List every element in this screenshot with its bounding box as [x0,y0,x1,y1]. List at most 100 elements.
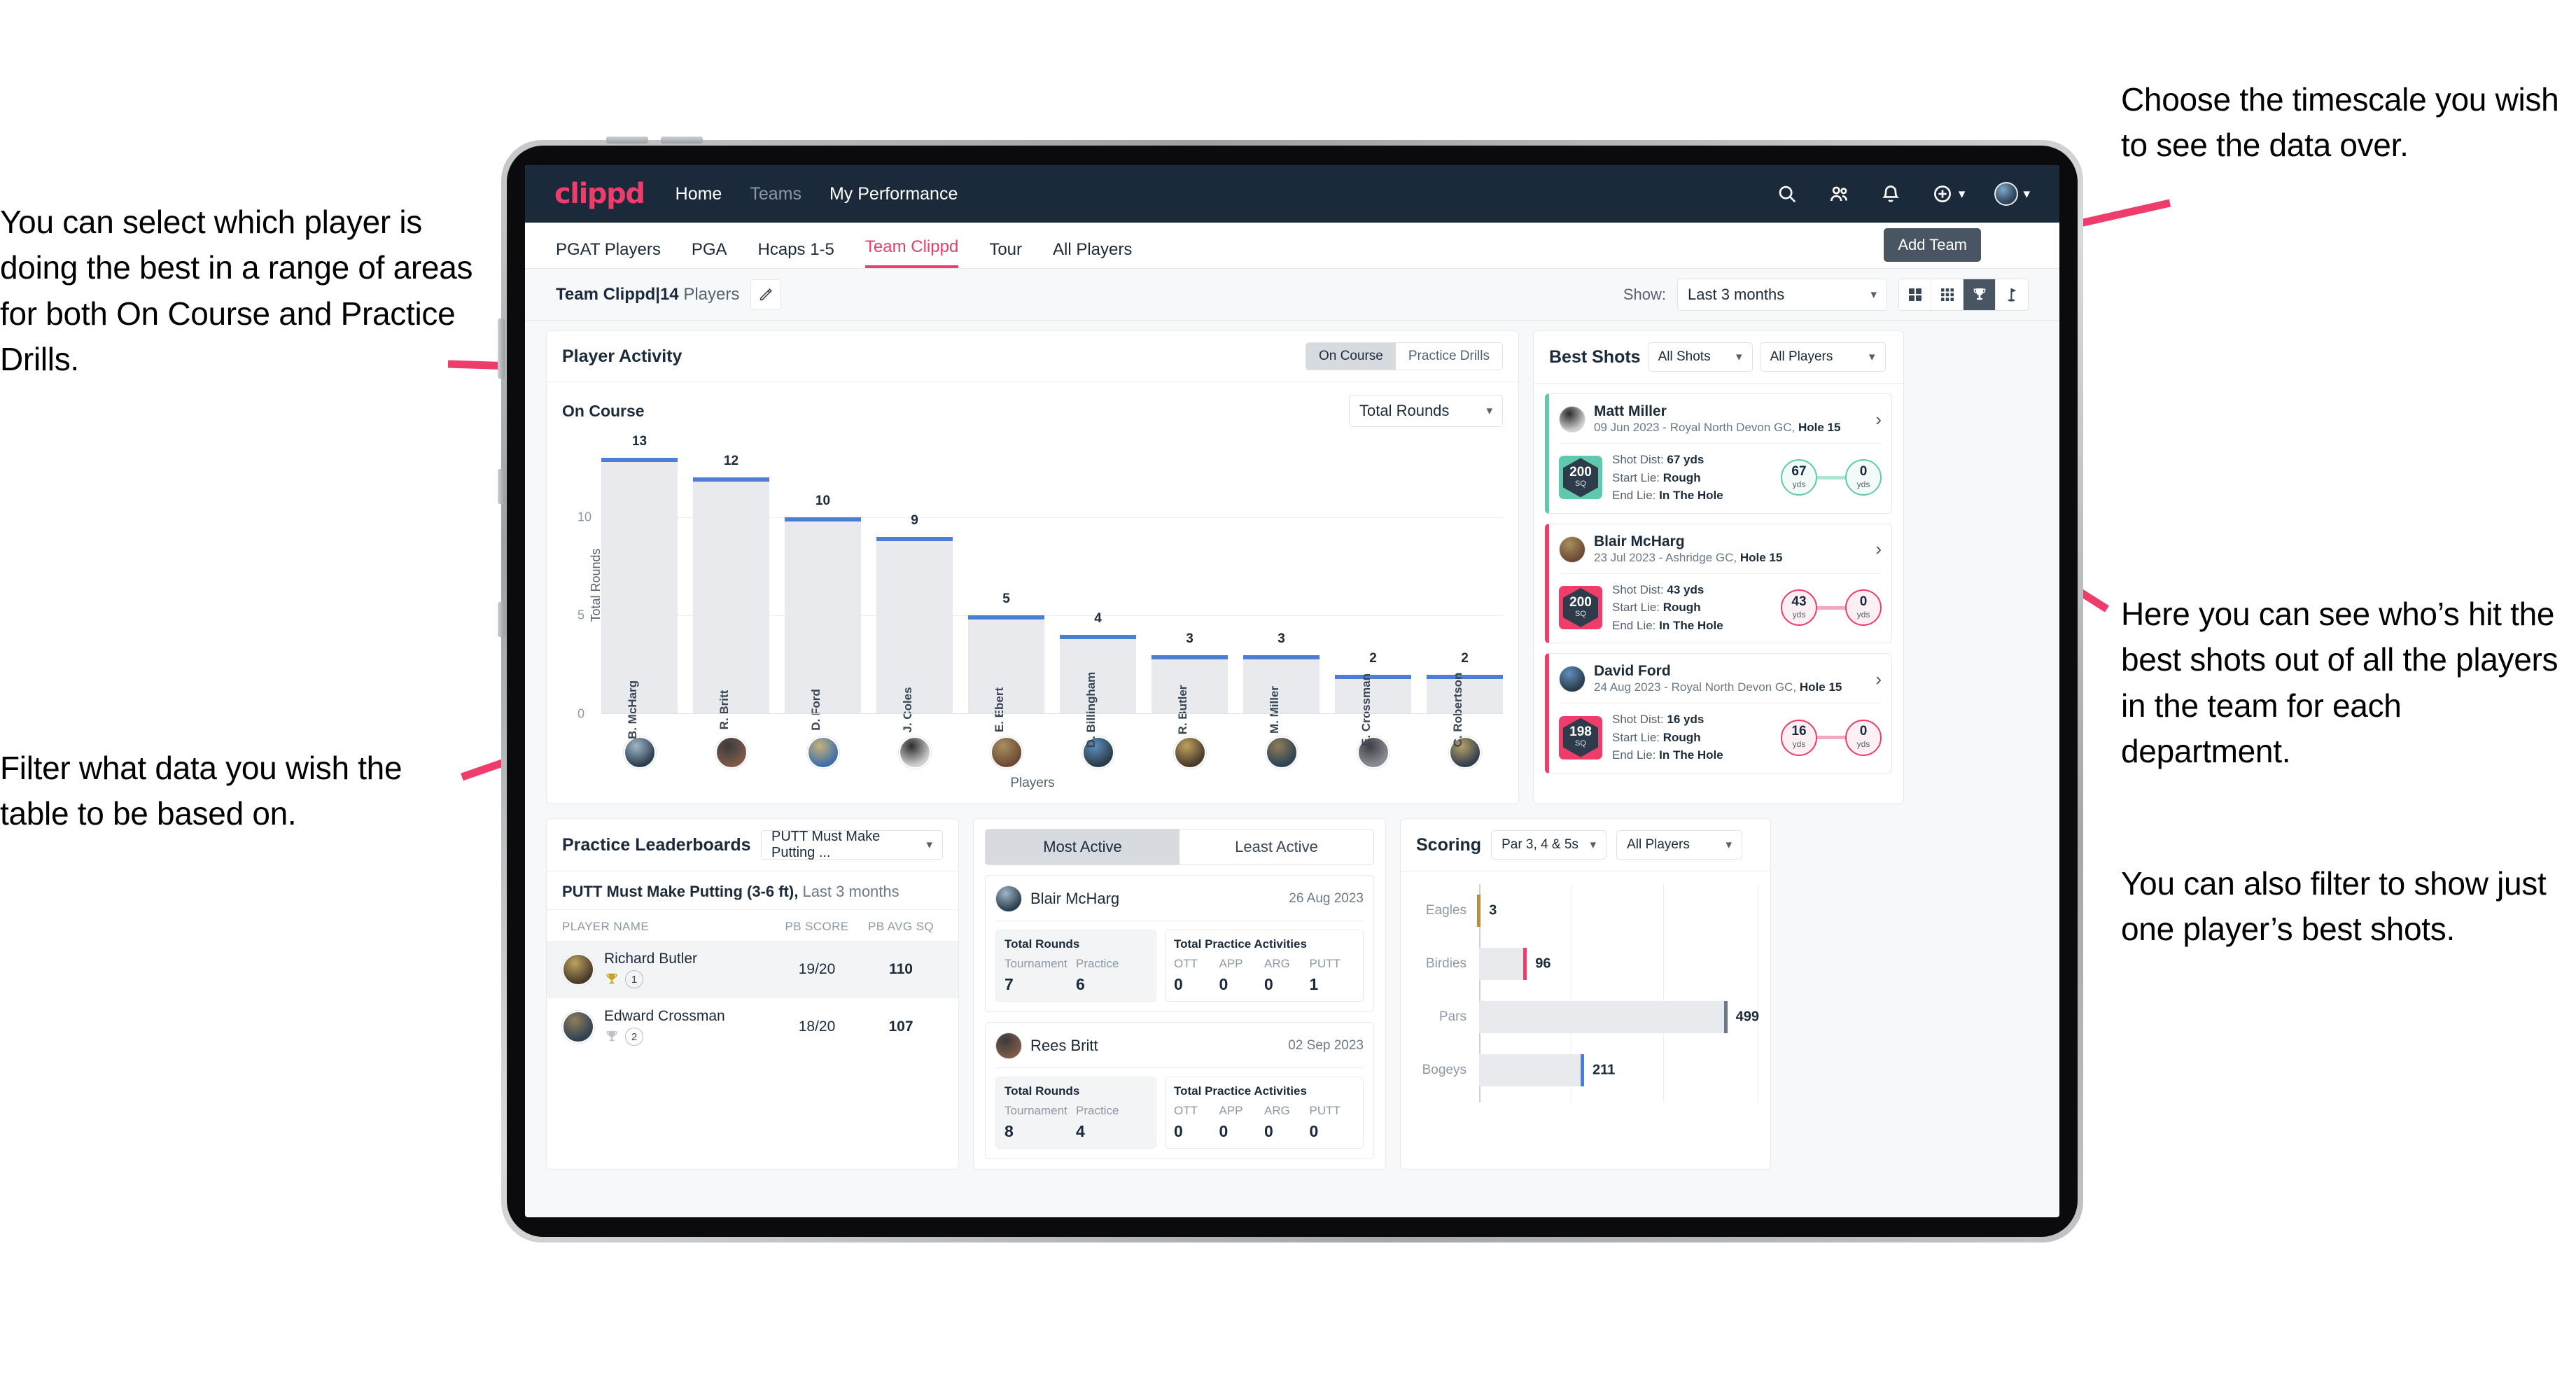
scoring-row[interactable]: Bogeys 211 [1413,1044,1758,1097]
add-menu[interactable]: ▾ [1931,183,1965,205]
avatar[interactable] [1994,182,2019,206]
scoring-player-filter[interactable]: All Players ▾ [1616,830,1743,860]
player-activity-chart: Total Rounds 5 10 0 13 B. McHarg 12 R. Britt 10… [562,434,1503,748]
segment-practice-drills[interactable]: Practice Drills [1395,343,1502,370]
scoring-bar [1479,948,1527,980]
end-lie-value: In The Hole [1659,748,1723,762]
avatar[interactable] [715,736,748,769]
tab-most-active[interactable]: Most Active [986,830,1180,864]
plus-circle-icon[interactable] [1931,183,1954,205]
avatar [995,1032,1022,1059]
nav-link-home[interactable]: Home [676,184,722,204]
scoring-bar [1479,1054,1584,1086]
avatar[interactable] [1173,736,1206,769]
avatar[interactable] [990,736,1023,769]
scoring-row[interactable]: Birdies 96 [1413,937,1758,990]
round-stat-key: Practice [1076,1104,1119,1117]
tab-pgat-players[interactable]: PGAT Players [556,240,661,268]
chart-bar-column[interactable]: 12 R. Britt [693,438,769,729]
chart-bar-column[interactable]: 3 M. Miller [1243,438,1320,734]
tab-hcaps-1-5[interactable]: Hcaps 1-5 [758,240,834,268]
drill-select[interactable]: PUTT Must Make Putting ... ▾ [761,829,943,860]
scoring-row[interactable]: Eagles 3 [1413,884,1758,937]
segment-on-course[interactable]: On Course [1306,343,1396,370]
leaderboard-pb-score: 18/20 [798,1018,836,1035]
round-stat: Practice 6 [1076,957,1147,994]
round-stat-key: Tournament [1004,1104,1068,1117]
bell-icon[interactable] [1879,183,1902,205]
tablet-device: clippd Home Teams My Performance ▾ ▾ PGA… [498,136,2083,1242]
chart-bar[interactable]: C. Robertson [1427,673,1503,747]
grid-large-icon-button[interactable] [1899,279,1931,310]
scoring-bar-value: 211 [1592,1062,1616,1078]
edit-team-button[interactable] [750,279,782,310]
scoring-par-filter[interactable]: Par 3, 4 & 5s ▾ [1491,830,1607,860]
best-shot-card[interactable]: David Ford 24 Aug 2023 - Royal North Dev… [1545,653,1892,774]
chart-bar-column[interactable]: 10 D. Ford [785,438,861,731]
chart-bar-column[interactable]: 2 C. Robertson [1427,438,1503,747]
distance-to: 0 yds [1845,589,1882,626]
chevron-down-icon: ▾ [1736,350,1742,363]
chart-bar-column[interactable]: 13 B. McHarg [601,434,678,739]
chart-avatar-slot [968,736,1044,769]
tab-team-clippd[interactable]: Team Clippd [864,237,959,268]
leaderboard-row[interactable]: Edward Crossman 2 18/20 107 [547,998,958,1056]
nav-link-my-performance[interactable]: My Performance [830,184,958,204]
practice-stat-key: APP [1219,957,1243,970]
chart-bar-column[interactable]: 2 E. Crossman [1335,438,1411,746]
chevron-right-icon[interactable]: › [1875,668,1882,690]
best-shot-card[interactable]: Matt Miller 09 Jun 2023 - Royal North De… [1545,393,1892,514]
scoring-bar-track: 96 [1479,948,1758,980]
best-shot-card[interactable]: Blair McHarg 23 Jul 2023 - Ashridge GC, … [1545,523,1892,644]
chart-bar[interactable]: M. Miller [1243,654,1320,734]
column-player-name: PLAYER NAME [562,920,650,933]
tab-pga[interactable]: PGA [692,240,727,268]
chart-bar-column[interactable]: 4 D. Billingham [1060,438,1136,748]
activity-player-card[interactable]: Rees Britt 02 Sep 2023 Total Rounds Tour… [985,1022,1374,1159]
timescale-select[interactable]: Last 3 months ▾ [1677,278,1887,311]
profile-menu[interactable]: ▾ [1994,182,2030,206]
avatar[interactable] [806,736,839,769]
best-shots-player-filter[interactable]: All Players ▾ [1759,342,1886,372]
clippd-logo[interactable]: clippd [554,178,645,210]
chart-bar[interactable]: R. Britt [693,477,769,729]
avatar[interactable] [898,736,931,769]
practice-stat: APP 0 [1219,1104,1265,1141]
chart-bar[interactable]: R. Butler [1152,654,1228,734]
best-shots-shot-filter[interactable]: All Shots ▾ [1647,342,1753,372]
tab-all-players[interactable]: All Players [1053,240,1132,268]
chart-bar[interactable]: B. McHarg [601,458,678,739]
flag-icon-button[interactable] [1996,279,2028,310]
chart-bar[interactable]: D. Billingham [1060,635,1136,748]
avatar[interactable] [1265,736,1298,769]
tab-tour[interactable]: Tour [989,240,1022,268]
activity-player-card[interactable]: Blair McHarg 26 Aug 2023 Total Rounds To… [985,875,1374,1012]
practice-stat-key: OTT [1174,1104,1198,1117]
metric-select[interactable]: Total Rounds ▾ [1349,395,1503,427]
avatar [562,1011,594,1043]
chart-bar[interactable]: E. Crossman [1335,673,1411,746]
chart-bar-column[interactable]: 3 R. Butler [1152,438,1228,734]
chart-bar[interactable]: J. Coles [876,536,953,733]
best-shots-shot-filter-value: All Shots [1658,349,1711,364]
chevron-right-icon[interactable]: › [1875,409,1882,430]
chart-bar[interactable]: D. Ford [785,517,861,731]
grid-small-icon-button[interactable] [1931,279,1963,310]
trophy-icon-button[interactable] [1963,279,1996,310]
trophy-icon [606,1030,617,1042]
people-icon[interactable] [1828,183,1850,205]
chevron-right-icon[interactable]: › [1875,538,1882,560]
chart-bar-column[interactable]: 5 E. Ebert [968,438,1044,732]
nav-link-teams[interactable]: Teams [750,184,802,204]
avatar[interactable] [623,736,656,769]
distance-to: 0 yds [1845,719,1882,756]
scoring-category-label: Birdies [1425,956,1466,971]
leaderboard-player-name: Richard Butler [604,951,698,967]
search-icon[interactable] [1776,183,1798,205]
scoring-row[interactable]: Pars 499 [1413,990,1759,1044]
scoring-bar-cap [1523,948,1527,980]
chart-bar[interactable]: E. Ebert [968,615,1044,732]
tab-least-active[interactable]: Least Active [1180,830,1373,864]
leaderboard-row[interactable]: Richard Butler 1 19/20 110 [547,941,958,998]
chart-bar-column[interactable]: 9 J. Coles [876,438,953,733]
